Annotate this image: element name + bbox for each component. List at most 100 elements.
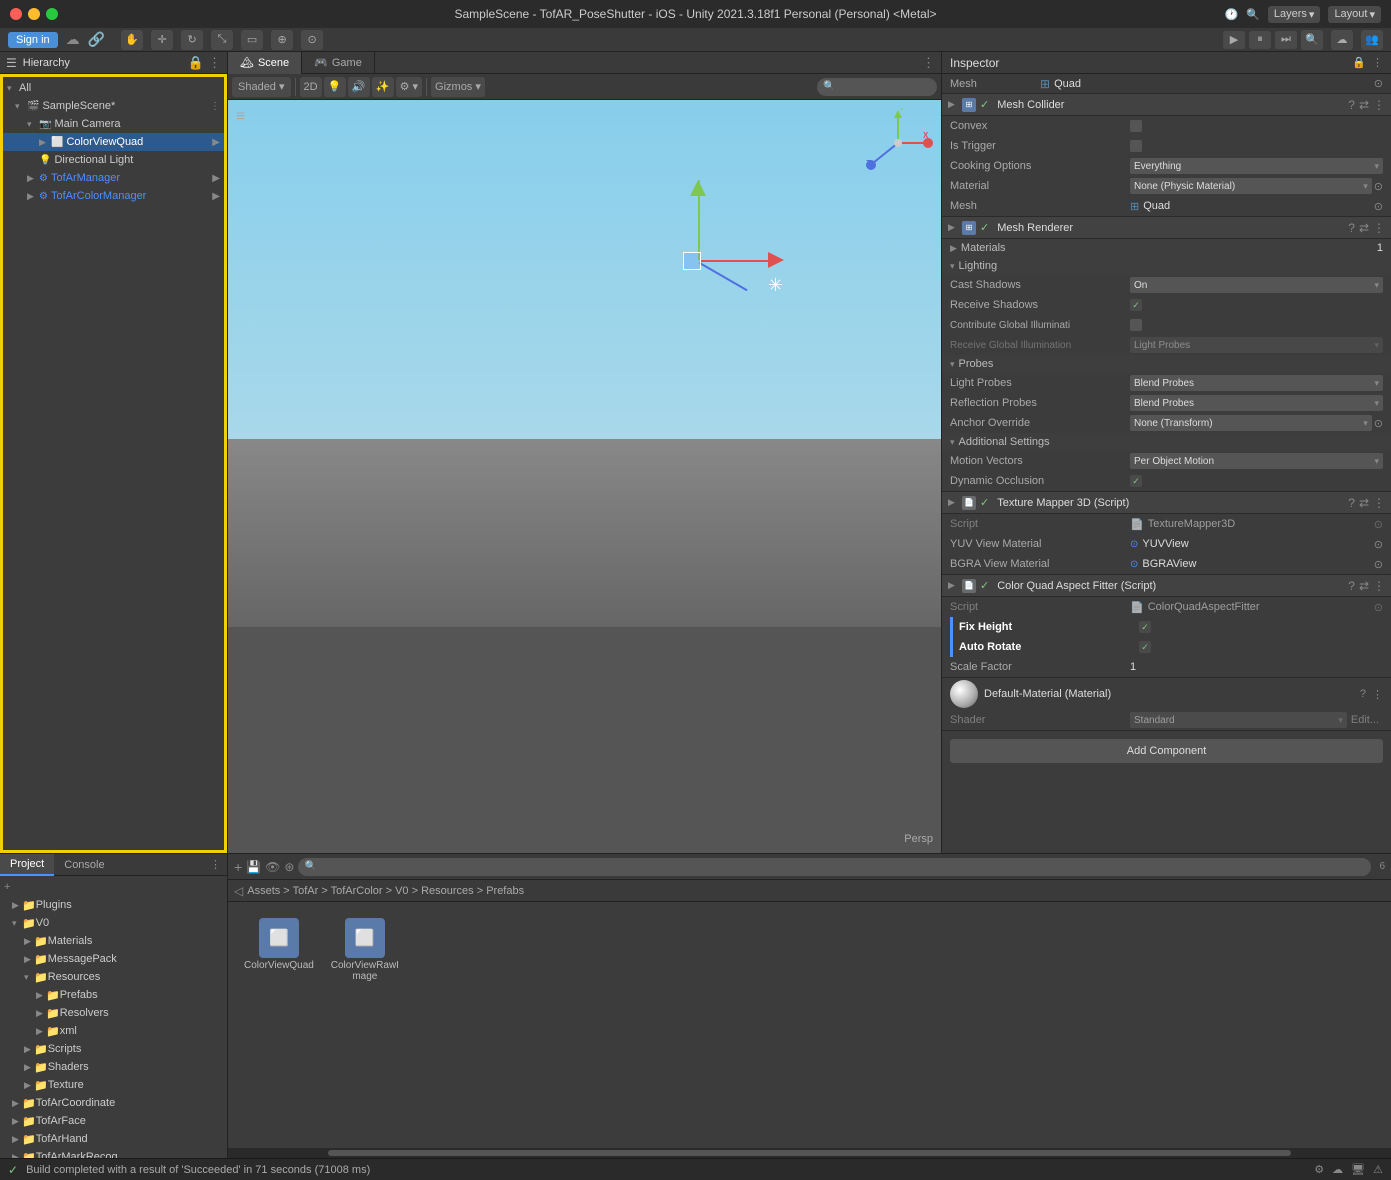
scene-tab[interactable]: 🏔 Scene [228, 52, 302, 74]
texture-mapper-help-icon[interactable]: ? [1348, 496, 1355, 510]
project-item-xml[interactable]: ▶ 📁 xml [0, 1022, 227, 1040]
hierarchy-item-colorviewquad[interactable]: ▶ ⬜ ColorViewQuad ▶ [3, 133, 224, 151]
cast-shadows-dropdown[interactable]: On [1130, 277, 1383, 293]
project-item-scripts[interactable]: ▶ 📁 Scripts [0, 1040, 227, 1058]
project-tab[interactable]: Project [0, 854, 54, 876]
texture-mapper-settings-icon[interactable]: ⇄ [1359, 496, 1369, 510]
project-item-plus[interactable]: + [0, 878, 227, 896]
layers-dropdown[interactable]: Layers ▾ [1268, 6, 1321, 23]
scene-settings-icon[interactable]: ≡ [236, 108, 245, 126]
reflection-probes-dropdown[interactable]: Blend Probes [1130, 395, 1383, 411]
minimize-button[interactable] [28, 8, 40, 20]
project-tree[interactable]: + ▶ 📁 Plugins ▾ 📁 V0 ▶ 📁 Materials [0, 876, 227, 1158]
mesh-renderer-help-icon[interactable]: ? [1348, 221, 1355, 235]
history-icon[interactable]: 🕐 [1224, 8, 1238, 21]
color-quad-header[interactable]: ▶ 📄 ✓ Color Quad Aspect Fitter (Script) … [942, 575, 1391, 597]
mesh-renderer-header[interactable]: ▶ ⊞ ✓ Mesh Renderer ? ⇄ ⋮ [942, 217, 1391, 239]
hierarchy-more-icon[interactable]: ⋮ [208, 55, 221, 71]
layout-dropdown[interactable]: Layout ▾ [1328, 6, 1381, 23]
rotate-tool[interactable]: ↻ [181, 30, 203, 50]
auto-rotate-checkbox[interactable]: ✓ [1139, 641, 1151, 653]
add-component-button[interactable]: Add Component [950, 739, 1383, 763]
play-button[interactable]: ▶ [1223, 31, 1245, 49]
rect-tool[interactable]: ▭ [241, 30, 263, 50]
shader-dropdown[interactable]: Standard [1130, 712, 1347, 728]
collab-btn[interactable]: 👥 [1361, 30, 1383, 50]
project-item-messagepack[interactable]: ▶ 📁 MessagePack [0, 950, 227, 968]
hierarchy-lock-icon[interactable]: 🔒 [188, 55, 204, 71]
collider-mesh-circle-icon[interactable]: ⊙ [1374, 200, 1383, 213]
lighting-section-header[interactable]: ▾ Lighting [942, 257, 1391, 275]
project-item-tofar-face[interactable]: ▶ 📁 TofArFace [0, 1112, 227, 1130]
tofarcolormanager-action[interactable]: ▶ [212, 191, 220, 202]
inspector-more-icon[interactable]: ⋮ [1372, 56, 1383, 69]
status-icon-3[interactable]: 🖥 [1351, 1163, 1365, 1176]
cq-circle-icon[interactable]: ⊙ [1374, 601, 1383, 614]
scene-more-icon[interactable]: ⋮ [922, 55, 935, 71]
probes-section-header[interactable]: ▾ Probes [942, 355, 1391, 373]
mesh-renderer-settings-icon[interactable]: ⇄ [1359, 221, 1369, 235]
project-item-resources[interactable]: ▾ 📁 Resources [0, 968, 227, 986]
bgra-circle-icon[interactable]: ⊙ [1374, 558, 1383, 571]
material-circle-icon[interactable]: ⊙ [1374, 180, 1383, 193]
shading-dropdown[interactable]: Shaded ▾ [232, 77, 291, 97]
inspector-lock-icon[interactable]: 🔒 [1352, 56, 1366, 69]
mesh-circle-icon[interactable]: ⊙ [1374, 77, 1383, 90]
light-probes-dropdown[interactable]: Blend Probes [1130, 375, 1383, 391]
bottom-scrollbar[interactable] [228, 1148, 1391, 1158]
lights-button[interactable]: 💡 [324, 77, 346, 97]
scene-view[interactable]: ✳ Y X Z [228, 100, 941, 853]
project-item-tofar-hand[interactable]: ▶ 📁 TofArHand [0, 1130, 227, 1148]
edit-shader-btn[interactable]: Edit... [1347, 714, 1383, 726]
pause-button[interactable]: ⏸ [1249, 31, 1271, 49]
cooking-options-dropdown[interactable]: Everything [1130, 158, 1383, 174]
collab-icon[interactable]: 🔗 [88, 31, 105, 48]
yuv-circle-icon[interactable]: ⊙ [1374, 538, 1383, 551]
anchor-override-dropdown[interactable]: None (Transform) [1130, 415, 1372, 431]
axes-gizmo[interactable]: Y X Z [863, 108, 933, 178]
status-icon-1[interactable]: ⚙ [1314, 1163, 1324, 1176]
texture-mapper-more-icon[interactable]: ⋮ [1373, 496, 1385, 510]
color-quad-help-icon[interactable]: ? [1348, 579, 1355, 593]
texture-mapper-enabled-check[interactable]: ✓ [980, 496, 989, 509]
hand-tool[interactable]: ✋ [121, 30, 143, 50]
receive-gi-dropdown[interactable]: Light Probes [1130, 337, 1383, 353]
hierarchy-item-all[interactable]: ▾ All [3, 79, 224, 97]
color-quad-enabled-check[interactable]: ✓ [980, 579, 989, 592]
dynamic-occlusion-checkbox[interactable]: ✓ [1130, 475, 1142, 487]
cloud-icon[interactable]: ☁ [66, 31, 80, 48]
save-asset-icon[interactable]: 💾 [246, 860, 261, 874]
status-icon-2[interactable]: ☁ [1332, 1163, 1343, 1176]
material-more-icon[interactable]: ⋮ [1372, 688, 1383, 701]
mesh-collider-header[interactable]: ▶ ⊞ ✓ Mesh Collider ? ⇄ ⋮ [942, 94, 1391, 116]
fix-height-checkbox[interactable]: ✓ [1139, 621, 1151, 633]
additional-settings-header[interactable]: ▾ Additional Settings [942, 433, 1391, 451]
gizmos-btn[interactable]: Gizmos ▾ [431, 77, 485, 97]
mesh-renderer-enabled-check[interactable]: ✓ [980, 221, 989, 234]
close-button[interactable] [10, 8, 22, 20]
maximize-button[interactable] [46, 8, 58, 20]
project-item-texture[interactable]: ▶ 📁 Texture [0, 1076, 227, 1094]
scene-search[interactable]: 🔍 [817, 78, 937, 96]
scene-view-options[interactable]: ⚙ ▾ [396, 77, 422, 97]
project-item-tofar-markrecog[interactable]: ▶ 📁 TofArMarkRecog [0, 1148, 227, 1158]
hierarchy-tree[interactable]: ▾ All ▾ 🎬 SampleScene* ⋮ ▾ 📷 Main Camera… [0, 74, 227, 853]
cloud-build-btn[interactable]: ☁ [1331, 30, 1353, 50]
project-item-resolvers[interactable]: ▶ 📁 Resolvers [0, 1004, 227, 1022]
convex-checkbox[interactable] [1130, 120, 1142, 132]
colorviewquad-action[interactable]: ▶ [212, 137, 220, 148]
add-asset-icon[interactable]: + [234, 859, 242, 875]
game-tab[interactable]: 🎮 Game [302, 52, 375, 74]
contribute-gi-checkbox[interactable] [1130, 319, 1142, 331]
project-item-v0[interactable]: ▾ 📁 V0 [0, 914, 227, 932]
bottom-left-more-icon[interactable]: ⋮ [210, 858, 221, 871]
receive-shadows-checkbox[interactable]: ✓ [1130, 299, 1142, 311]
asset-item-colorviewquad[interactable]: ⬜ ColorViewQuad [240, 914, 318, 986]
eye-asset-icon[interactable]: 👁 [265, 860, 280, 874]
audio-button[interactable]: 🔊 [348, 77, 370, 97]
is-trigger-checkbox[interactable] [1130, 140, 1142, 152]
texture-mapper-header[interactable]: ▶ 📄 ✓ Texture Mapper 3D (Script) ? ⇄ ⋮ [942, 492, 1391, 514]
step-button[interactable]: ⏭ [1275, 31, 1297, 49]
hierarchy-item-directionallight[interactable]: ▶ 💡 Directional Light [3, 151, 224, 169]
project-item-prefabs[interactable]: ▶ 📁 Prefabs [0, 986, 227, 1004]
